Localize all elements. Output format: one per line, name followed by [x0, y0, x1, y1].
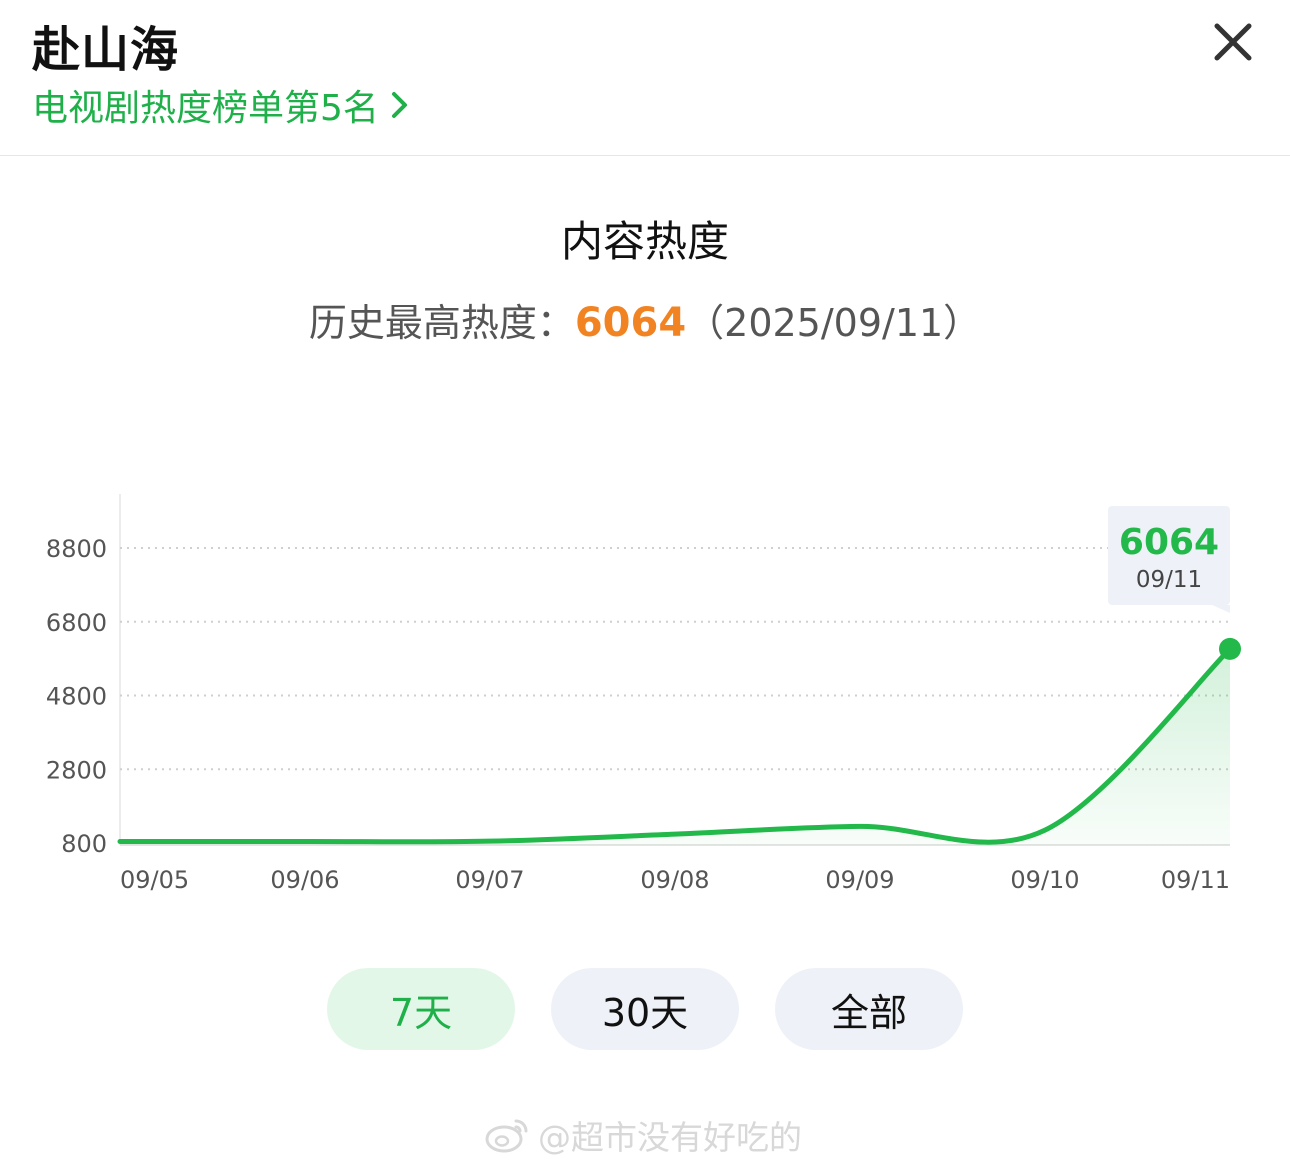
chevron-right-icon	[391, 92, 407, 118]
y-tick-label: 4800	[46, 683, 107, 711]
filter-all-button[interactable]: 全部	[775, 968, 963, 1050]
drama-title: 赴山海	[32, 22, 180, 78]
header-divider	[0, 155, 1290, 156]
series-area	[120, 648, 1230, 845]
series-line	[117, 646, 1233, 845]
y-tick-label: 8800	[46, 535, 107, 563]
watermark-text: @超市没有好吃的	[538, 1118, 802, 1157]
weibo-logo-icon	[485, 1119, 528, 1153]
close-icon	[1214, 23, 1252, 61]
rank-link-label: 电视剧热度榜单第5名	[32, 88, 379, 129]
panel-header: 赴山海 电视剧热度榜单第5名	[0, 0, 1290, 155]
filter-7-days-button[interactable]: 7天	[327, 968, 515, 1050]
y-tick-label: 6800	[46, 609, 107, 637]
x-tick-label: 09/09	[825, 866, 894, 894]
tooltip-value: 6064	[1119, 522, 1219, 563]
tooltip-date: 09/11	[1136, 567, 1202, 593]
peak-value: 6064	[574, 300, 687, 346]
close-button[interactable]	[1205, 14, 1261, 70]
x-tick-label: 09/11	[1161, 866, 1230, 894]
peak-label: 历史最高热度：	[308, 301, 575, 345]
watermark: @超市没有好吃的	[484, 1112, 802, 1158]
y-tick-label: 2800	[46, 756, 107, 784]
rank-link[interactable]: 电视剧热度榜单第5名	[32, 80, 411, 130]
heat-chart: 800 2800 4800 6800 8800 09/05 09/06 09/07 09/08…	[46, 494, 1241, 894]
x-tick-label: 09/07	[455, 866, 524, 894]
peak-summary: 历史最高热度：6064（2025/09/11）	[0, 292, 1290, 347]
y-tick-label: 800	[61, 830, 107, 858]
x-tick-label: 09/10	[1010, 866, 1079, 894]
peak-date: （2025/09/11）	[686, 301, 982, 345]
x-tick-label: 09/06	[270, 866, 339, 894]
time-range-filters: 7天 30天 全部	[0, 968, 1290, 1050]
x-tick-label: 09/08	[640, 866, 709, 894]
filter-30-days-button[interactable]: 30天	[551, 968, 739, 1050]
tooltip-pointer	[1212, 605, 1230, 613]
x-tick-label: 09/05	[120, 866, 189, 894]
highlight-point[interactable]	[1219, 637, 1241, 660]
section-title: 内容热度	[560, 217, 729, 266]
